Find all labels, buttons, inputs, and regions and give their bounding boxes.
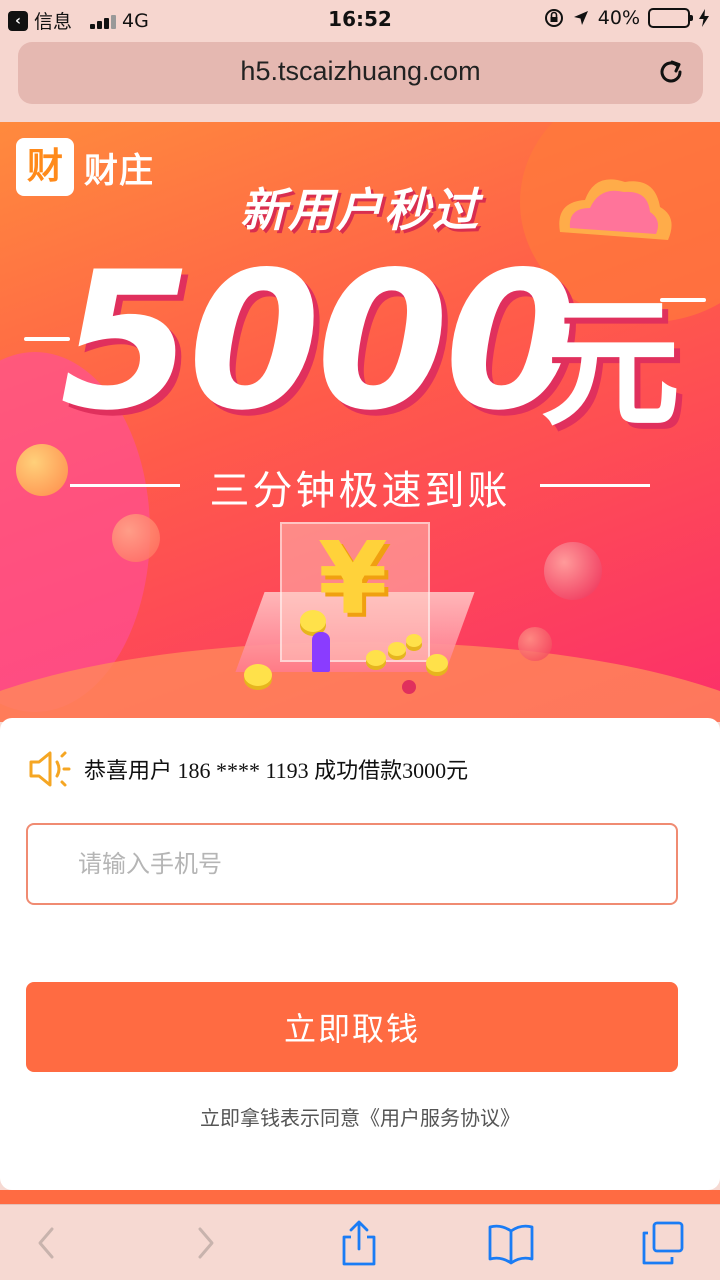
browser-url-area: h5.tscaizhuang.com — [0, 38, 720, 122]
decor-ball — [402, 680, 416, 694]
address-bar[interactable]: h5.tscaizhuang.com — [18, 42, 703, 104]
charging-icon — [699, 9, 709, 27]
back-app-label[interactable]: 信息 — [34, 7, 72, 34]
decor-ball — [16, 444, 68, 496]
agreement-prefix: 立即拿钱表示同意 — [200, 1106, 360, 1130]
battery-icon — [648, 8, 693, 28]
back-icon[interactable] — [22, 1219, 72, 1267]
coin-icon — [366, 650, 386, 666]
person-figure — [312, 632, 330, 672]
orientation-lock-icon — [544, 9, 563, 27]
location-icon — [573, 11, 588, 25]
coin-icon — [388, 642, 406, 656]
speaker-icon — [29, 751, 71, 787]
cloud-icon — [559, 179, 672, 240]
page-footer-strip — [0, 1190, 720, 1204]
notice-text: 恭喜用户 186 **** 1193 成功借款3000元 — [84, 758, 469, 783]
tabs-icon[interactable] — [638, 1219, 688, 1267]
promo-banner: 财 财庄 新用户秒过 5000 元 三分钟极速到账 ¥ — [0, 122, 720, 722]
signal-icon — [90, 13, 117, 29]
status-bar: ‹ 信息 4G 16:52 40% — [0, 0, 720, 38]
network-type: 4G — [122, 9, 149, 32]
decor-line — [540, 484, 650, 487]
battery-percent: 40% — [597, 7, 640, 29]
agreement-text: 立即拿钱表示同意《用户服务协议》 — [0, 1102, 720, 1131]
withdraw-button[interactable]: 立即取钱 — [26, 982, 678, 1072]
loan-form-card: 恭喜用户 186 **** 1193 成功借款3000元 立即取钱 立即拿钱表示… — [0, 718, 720, 1190]
url-text[interactable]: h5.tscaizhuang.com — [18, 56, 703, 87]
share-icon[interactable] — [334, 1219, 384, 1267]
success-notice: 恭喜用户 186 **** 1193 成功借款3000元 — [26, 746, 468, 792]
status-left: ‹ 信息 4G — [8, 7, 149, 34]
reload-icon[interactable] — [655, 56, 687, 88]
book-icon[interactable] — [486, 1219, 536, 1267]
coin-icon — [406, 634, 422, 647]
coin-icon — [244, 664, 272, 686]
decor-ball — [544, 542, 602, 600]
browser-toolbar — [0, 1204, 720, 1280]
status-right: 40% — [544, 7, 710, 29]
coin-icon — [426, 654, 448, 672]
banner-amount: 5000 — [60, 231, 577, 452]
banner-amount-unit: 元 — [540, 283, 681, 446]
yen-symbol: ¥ — [318, 520, 388, 637]
user-agreement-link[interactable]: 《用户服务协议》 — [360, 1106, 520, 1130]
decor-ball — [518, 627, 552, 661]
banner-subline: 三分钟极速到账 — [209, 468, 511, 514]
phone-number-input[interactable] — [26, 823, 678, 905]
forward-icon[interactable] — [180, 1219, 230, 1267]
back-to-app-icon[interactable]: ‹ — [8, 10, 28, 31]
decor-ball — [112, 514, 160, 562]
coin-icon — [300, 610, 326, 632]
